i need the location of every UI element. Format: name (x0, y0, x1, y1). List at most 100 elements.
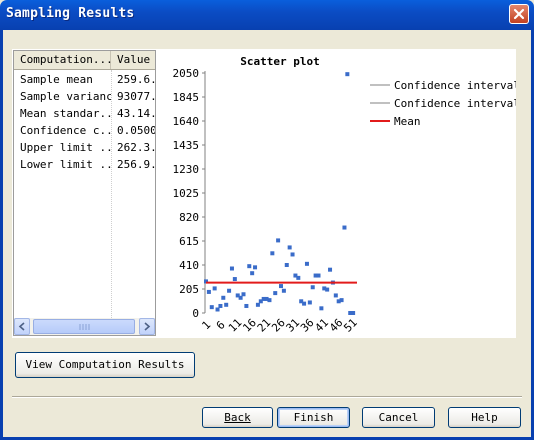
data-point (209, 305, 214, 310)
column-header-computation[interactable]: Computation... (14, 51, 113, 69)
x-tick-label: 1 (199, 318, 213, 332)
data-point (270, 251, 275, 256)
data-point (232, 277, 237, 282)
title-bar: Sampling Results (0, 0, 534, 30)
data-point (215, 307, 220, 312)
data-point (287, 245, 292, 250)
y-tick-label: 1025 (173, 187, 200, 200)
table-row[interactable]: Lower limit ... 256.9. (14, 156, 156, 173)
x-axis: 1 6111621263136414651 (199, 316, 359, 335)
cancel-button[interactable]: Cancel (362, 407, 435, 428)
y-tick-label: 1845 (173, 91, 200, 104)
table-row[interactable]: Sample mean 259.6. (14, 71, 156, 88)
data-point (221, 295, 226, 300)
data-point (229, 266, 234, 271)
grip-icon (79, 324, 90, 330)
y-axis: 2050184516401435123010258206154102050 (173, 67, 206, 320)
legend-label-mean: Mean (394, 115, 421, 128)
scatter-chart: Scatter plot 205018451640143512301025820… (173, 55, 517, 335)
data-point (212, 286, 217, 291)
data-point (284, 263, 289, 267)
data-point (319, 306, 324, 311)
close-button[interactable] (509, 4, 529, 24)
scroll-left-button[interactable] (14, 318, 30, 335)
data-point (267, 298, 272, 303)
table-cell: 259.6. (117, 73, 156, 86)
data-point (316, 273, 321, 278)
data-point (276, 238, 281, 243)
cancel-label: Cancel (378, 411, 419, 424)
y-tick-label: 1640 (173, 115, 200, 128)
data-point (238, 295, 243, 300)
table-cell: 262.3. (117, 141, 156, 154)
back-button[interactable]: Back (202, 407, 273, 428)
data-point (250, 271, 255, 276)
help-label: Help (471, 411, 498, 424)
window-title: Sampling Results (6, 6, 135, 21)
data-point (302, 301, 307, 306)
data-point (218, 303, 223, 308)
data-point (345, 72, 350, 77)
scroll-thumb[interactable] (33, 319, 135, 334)
data-point (333, 293, 338, 298)
table-row[interactable]: Sample variance 93077. (14, 88, 156, 105)
data-point (304, 261, 309, 266)
legend-label-confidence-2: Confidence interval (394, 97, 516, 110)
table-cell: 0.0500 (117, 124, 156, 137)
data-point (279, 284, 283, 289)
table-cell: Sample mean (20, 73, 93, 86)
table-cell: 43.14. (117, 107, 156, 120)
table-cell: 256.9. (117, 158, 156, 171)
y-tick-label: 0 (192, 307, 199, 320)
table-horizontal-scrollbar[interactable] (14, 318, 155, 335)
view-computation-results-button[interactable]: View Computation Results (15, 352, 195, 378)
table-cell: 93077. (117, 90, 156, 103)
data-point (224, 302, 229, 307)
data-point (273, 291, 278, 296)
y-tick-label: 410 (179, 259, 199, 272)
legend: Confidence interval Confidence interval … (370, 79, 516, 128)
data-point (342, 225, 347, 230)
table-row[interactable]: Upper limit ... 262.3. (14, 139, 156, 156)
data-point (325, 287, 330, 292)
separator (12, 396, 522, 398)
data-point (227, 288, 232, 293)
data-point (255, 302, 260, 307)
y-tick-label: 205 (179, 283, 199, 296)
data-point (307, 300, 312, 305)
y-tick-label: 615 (179, 235, 199, 248)
arrow-right-icon (144, 322, 151, 331)
data-point (244, 303, 249, 308)
table-row[interactable]: Confidence c... 0.0500 (14, 122, 156, 139)
data-point (328, 267, 333, 272)
table-cell: Upper limit ... (20, 141, 111, 154)
data-point (253, 265, 258, 270)
table-cell: Sample variance (20, 90, 111, 103)
data-point (290, 252, 295, 257)
y-tick-label: 820 (179, 211, 199, 224)
data-point (241, 292, 246, 297)
data-point (339, 298, 344, 303)
data-point (281, 288, 286, 293)
data-point (310, 285, 315, 290)
x-tick-label: 51 (341, 316, 360, 335)
scroll-right-button[interactable] (139, 318, 155, 335)
help-button[interactable]: Help (448, 407, 521, 428)
table-row[interactable]: Mean standar... 43.14. (14, 105, 156, 122)
column-header-value[interactable]: Value (111, 51, 155, 69)
close-icon (513, 8, 525, 20)
finish-button[interactable]: Finish (277, 407, 350, 428)
arrow-left-icon (18, 322, 25, 331)
table-cell: Mean standar... (20, 107, 111, 120)
table-header: Computation... Value (14, 51, 155, 70)
data-points (204, 72, 356, 315)
table-cell: Lower limit ... (20, 158, 111, 171)
back-label: Back (224, 411, 251, 424)
table-cell: Confidence c... (20, 124, 111, 137)
data-point (296, 275, 301, 280)
data-point (351, 311, 356, 315)
data-point (206, 289, 211, 294)
data-point (247, 264, 252, 269)
y-tick-label: 1230 (173, 163, 200, 176)
chart-title: Scatter plot (240, 55, 319, 68)
